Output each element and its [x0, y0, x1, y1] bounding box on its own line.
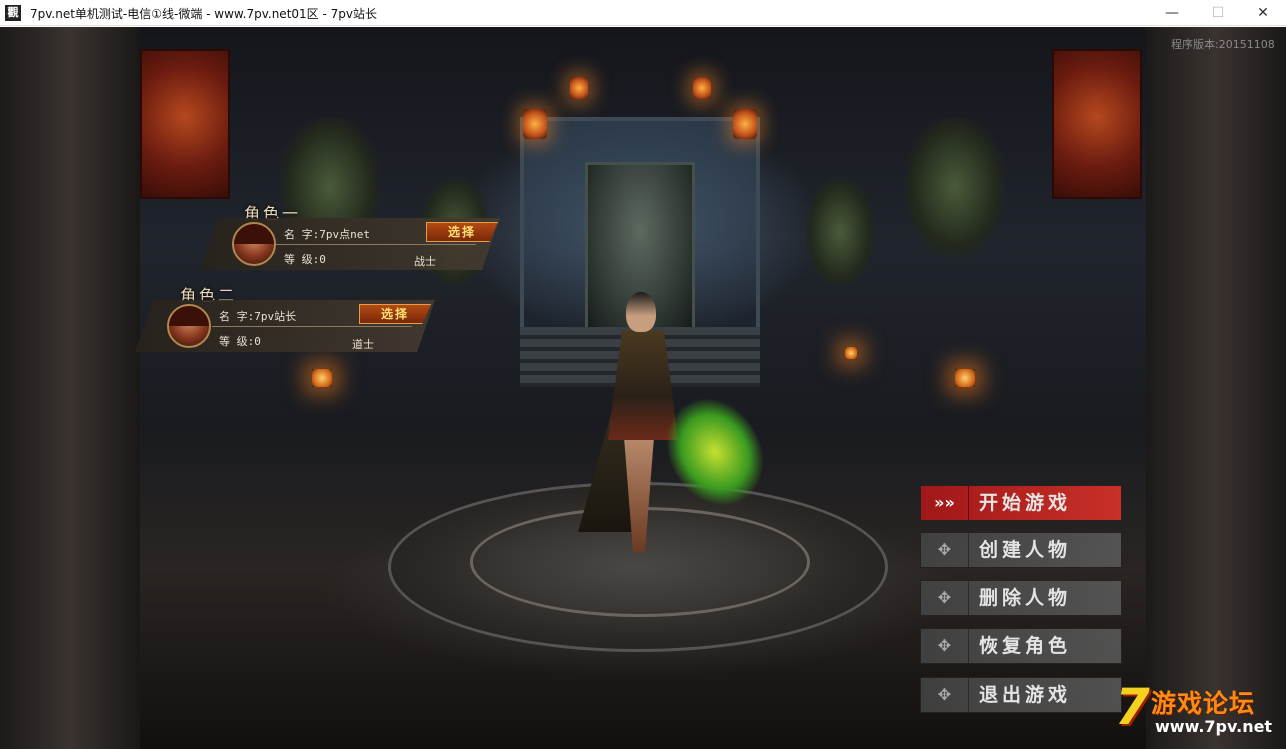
watermark-digit: 7	[1115, 678, 1150, 736]
window-title: 7pv.net单机测试-电信①线-微端 - www.7pv.net01区 - 7…	[30, 7, 377, 21]
role-name: 名 字:7pv站长	[219, 310, 297, 323]
dragon-statue-right-inner	[805, 177, 875, 287]
character-legs	[624, 437, 654, 552]
left-banner	[140, 49, 230, 199]
emblem-icon: ✥	[921, 533, 969, 567]
site-watermark-logo: 7 游戏论坛 www.7pv.net	[1115, 678, 1275, 744]
brazier-flame	[955, 369, 975, 387]
menu-label: 退出游戏	[979, 684, 1072, 706]
character-head	[626, 292, 656, 332]
version-label: 程序版本:20151108	[1171, 38, 1275, 51]
dragon-statue-right	[905, 117, 1005, 257]
role-level: 等 级:0	[219, 335, 261, 348]
right-wall	[1146, 27, 1286, 749]
menu-label: 创建人物	[979, 539, 1072, 561]
role-class: 道士	[352, 338, 374, 351]
role-class: 战士	[414, 255, 436, 268]
role-name: 名 字:7pv点net	[284, 228, 370, 241]
left-wall	[0, 27, 140, 749]
title-bar[interactable]: 觀 7pv.net单机测试-电信①线-微端 - www.7pv.net01区 -…	[0, 0, 1286, 26]
app-icon: 觀	[5, 5, 21, 21]
restore-character-button[interactable]: ✥ 恢复角色	[920, 628, 1122, 664]
divider	[276, 244, 476, 245]
select-button[interactable]: 选择	[359, 304, 431, 324]
watermark-url: www.7pv.net	[1155, 717, 1273, 736]
maximize-button[interactable]: ☐	[1195, 0, 1241, 26]
emblem-icon: ✥	[921, 629, 969, 663]
avatar	[167, 304, 211, 348]
right-banner	[1052, 49, 1142, 199]
delete-character-button[interactable]: ✥ 删除人物	[920, 580, 1122, 616]
emblem-icon: ✥	[921, 581, 969, 615]
exit-game-button[interactable]: ✥ 退出游戏	[920, 677, 1122, 713]
create-character-button[interactable]: ✥ 创建人物	[920, 532, 1122, 568]
close-button[interactable]: ✕	[1240, 0, 1286, 26]
watermark-text: 游戏论坛	[1151, 689, 1256, 718]
avatar	[232, 222, 276, 266]
role-level: 等 级:0	[284, 253, 326, 266]
menu-label: 删除人物	[979, 587, 1072, 609]
minimize-button[interactable]: —	[1149, 0, 1195, 26]
lantern	[733, 109, 757, 139]
lantern	[693, 77, 711, 99]
game-window: 觀 7pv.net单机测试-电信①线-微端 - www.7pv.net01区 -…	[0, 0, 1286, 749]
brazier-flame	[312, 369, 332, 387]
start-game-button[interactable]: »» 开始游戏	[920, 485, 1122, 521]
menu-label: 开始游戏	[979, 492, 1072, 514]
lantern	[523, 109, 547, 139]
divider	[212, 326, 412, 327]
emblem-icon: ✥	[921, 678, 969, 712]
select-button[interactable]: 选择	[426, 222, 498, 242]
character-select-scene: 程序版本:20151108 角色一 名 字:7pv点net 等 级:0 战士 选…	[0, 27, 1286, 749]
lantern	[570, 77, 588, 99]
chevrons-right-icon: »»	[921, 486, 969, 520]
brazier-flame	[845, 347, 857, 359]
menu-label: 恢复角色	[979, 635, 1072, 657]
